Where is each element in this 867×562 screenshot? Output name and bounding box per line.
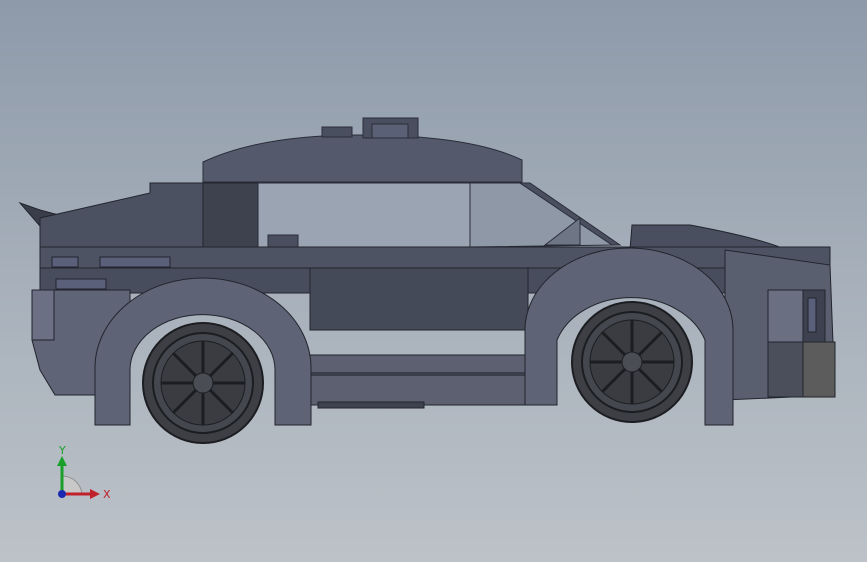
roof-stud-2-inner: [371, 123, 409, 139]
door-panel: [309, 267, 529, 331]
chassis-bar: [317, 401, 425, 409]
rear-stud-a: [51, 256, 79, 268]
front-light: [807, 297, 817, 333]
roof-stud-1: [321, 126, 353, 138]
rear-pillar: [202, 182, 259, 248]
roof-lid: [202, 134, 523, 183]
z-axis-dot: [58, 490, 66, 498]
rear-stud-c: [55, 278, 107, 290]
front-block-a: [767, 289, 804, 343]
sill: [299, 354, 536, 406]
front-wheel: [571, 301, 693, 423]
sill-stripe: [300, 372, 535, 376]
rear-stud-b: [99, 256, 171, 268]
y-axis-arrow: [57, 456, 67, 466]
rear-bumper-edge: [31, 289, 55, 341]
triad-plane-marker: [61, 475, 83, 495]
window-stud: [267, 234, 299, 248]
x-axis-label: X: [103, 488, 111, 501]
hood: [629, 224, 788, 251]
y-axis-label: Y: [58, 444, 66, 457]
coordinate-triad: Y X: [57, 444, 111, 501]
3d-viewport[interactable]: [0, 0, 867, 562]
front-lower-b: [767, 341, 804, 398]
x-axis-arrow: [90, 489, 100, 499]
car-model[interactable]: [18, 117, 836, 444]
front-lower: [802, 341, 836, 398]
rear-wheel: [142, 322, 264, 444]
